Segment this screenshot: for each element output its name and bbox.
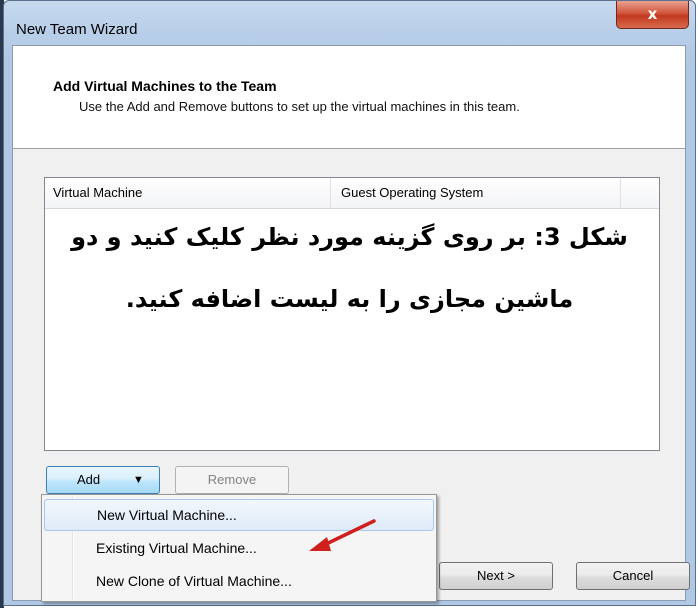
- menu-item-new-clone[interactable]: New Clone of Virtual Machine...: [44, 565, 434, 597]
- add-dropdown-menu: New Virtual Machine... Existing Virtual …: [41, 494, 437, 602]
- wizard-header: Add Virtual Machines to the Team Use the…: [13, 46, 685, 149]
- column-empty[interactable]: [621, 178, 659, 208]
- menu-item-existing-virtual-machine[interactable]: Existing Virtual Machine...: [44, 532, 434, 564]
- remove-button[interactable]: Remove: [175, 466, 289, 494]
- next-button[interactable]: Next >: [439, 562, 553, 590]
- menu-item-new-virtual-machine[interactable]: New Virtual Machine...: [44, 499, 434, 531]
- window-title: New Team Wizard: [16, 21, 138, 38]
- close-icon: x: [647, 5, 658, 23]
- page-description: Use the Add and Remove buttons to set up…: [79, 99, 520, 114]
- add-button[interactable]: Add ▼: [46, 466, 160, 494]
- dropdown-arrow-icon: ▼: [133, 474, 144, 486]
- add-button-label: Add: [77, 472, 101, 487]
- close-button[interactable]: x: [616, 1, 689, 29]
- page-title: Add Virtual Machines to the Team: [53, 78, 277, 94]
- annotation-caption-line2: ماشین مجازی را به لیست اضافه کنید.: [125, 285, 574, 313]
- title-bar[interactable]: New Team Wizard x: [4, 1, 695, 45]
- column-virtual-machine[interactable]: Virtual Machine: [45, 178, 331, 208]
- cancel-button[interactable]: Cancel: [576, 562, 690, 590]
- column-guest-os[interactable]: Guest Operating System: [331, 178, 621, 208]
- list-header: Virtual Machine Guest Operating System: [45, 178, 659, 209]
- vm-list[interactable]: Virtual Machine Guest Operating System: [44, 177, 660, 451]
- annotation-caption-line1: شکل 3: بر روی گزینه مورد نظر کلیک کنید و…: [71, 223, 628, 251]
